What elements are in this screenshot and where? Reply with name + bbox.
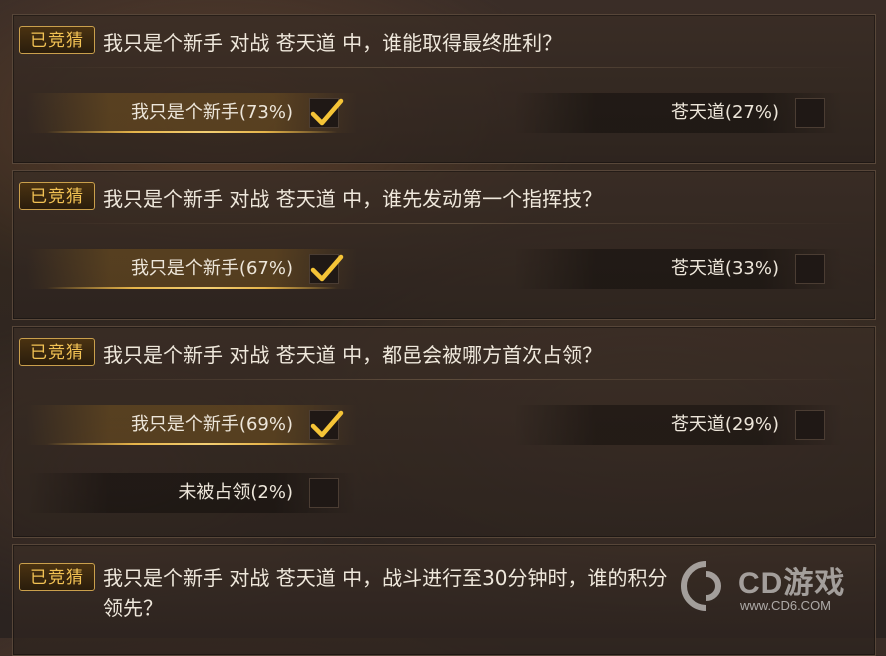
- watermark-brand: CD游戏: [738, 567, 846, 600]
- quiz-card-2: 已竞猜 我只是个新手 对战 苍天道 中，谁先发动第一个指挥技？ 我只是个新手(6…: [12, 170, 876, 320]
- question-text: 我只是个新手 对战 苍天道 中，谁先发动第一个指挥技？: [103, 187, 603, 211]
- option-cangtiandao-capture[interactable]: 苍天道(29%): [513, 405, 843, 445]
- guessed-badge: 已竞猜: [19, 338, 95, 366]
- guessed-badge: 已竞猜: [19, 182, 95, 210]
- quiz-card-1: 已竞猜 我只是个新手 对战 苍天道 中，谁能取得最终胜利？ 我只是个新手(73%…: [12, 14, 876, 164]
- checkbox-empty[interactable]: [795, 254, 825, 284]
- cd-logo-icon: [681, 561, 721, 611]
- watermark-url: www.CD6.COM: [740, 598, 832, 613]
- divider: [29, 223, 859, 224]
- checkbox-checked[interactable]: [309, 98, 344, 128]
- checkmark-icon: [310, 410, 344, 438]
- option-me-capture[interactable]: 我只是个新手(69%): [27, 405, 357, 445]
- question-row: 已竞猜 我只是个新手 对战 苍天道 中，谁先发动第一个指挥技？: [13, 171, 875, 223]
- checkmark-icon: [310, 98, 344, 126]
- checkbox-empty[interactable]: [309, 478, 339, 508]
- option-cangtiandao-winner[interactable]: 苍天道(27%): [513, 93, 843, 133]
- option-me-first-skill[interactable]: 我只是个新手(67%): [27, 249, 357, 289]
- option-label: 苍天道(29%): [670, 414, 779, 435]
- option-label: 我只是个新手(67%): [130, 258, 293, 279]
- site-watermark: CD游戏 www.CD6.COM: [680, 558, 870, 628]
- question-row: 已竞猜 我只是个新手 对战 苍天道 中，谁能取得最终胜利？: [13, 15, 875, 67]
- option-me-winner[interactable]: 我只是个新手(73%): [27, 93, 357, 133]
- checkbox-empty[interactable]: [795, 410, 825, 440]
- guessed-badge: 已竞猜: [19, 26, 95, 54]
- option-label: 我只是个新手(73%): [130, 102, 293, 123]
- guessed-badge: 已竞猜: [19, 563, 95, 591]
- option-not-captured[interactable]: 未被占领(2%): [27, 473, 357, 513]
- checkbox-checked[interactable]: [309, 410, 344, 440]
- question-text: 我只是个新手 对战 苍天道 中，都邑会被哪方首次占领？: [103, 343, 603, 367]
- option-label: 苍天道(33%): [670, 258, 779, 279]
- question-text: 我只是个新手 对战 苍天道 中，谁能取得最终胜利？: [103, 31, 563, 55]
- divider: [29, 379, 859, 380]
- quiz-card-3: 已竞猜 我只是个新手 对战 苍天道 中，都邑会被哪方首次占领？ 我只是个新手(6…: [12, 326, 876, 538]
- question-row: 已竞猜 我只是个新手 对战 苍天道 中，都邑会被哪方首次占领？: [13, 327, 875, 379]
- checkbox-checked[interactable]: [309, 254, 344, 284]
- option-label: 未被占领(2%): [178, 482, 293, 503]
- option-label: 苍天道(27%): [670, 102, 779, 123]
- option-label: 我只是个新手(69%): [130, 414, 293, 435]
- checkmark-icon: [310, 254, 344, 282]
- option-cangtiandao-first-skill[interactable]: 苍天道(33%): [513, 249, 843, 289]
- checkbox-empty[interactable]: [795, 98, 825, 128]
- divider: [29, 67, 859, 68]
